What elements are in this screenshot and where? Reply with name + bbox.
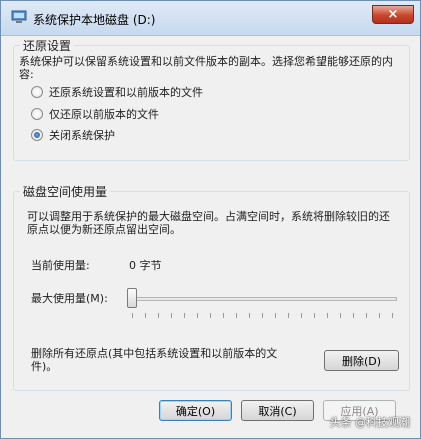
slider-tick <box>158 313 159 318</box>
radio-button[interactable] <box>31 86 43 98</box>
slider-tick <box>210 313 211 318</box>
slider-tick <box>314 313 315 318</box>
max-usage-slider-thumb[interactable] <box>127 288 137 308</box>
radio-restore-files-only[interactable]: 仅还原以前版本的文件 <box>31 106 159 122</box>
title-bar[interactable]: 系统保护本地磁盘 (D:) × <box>1 1 420 36</box>
slider-tick <box>327 313 328 318</box>
radio-button[interactable] <box>31 108 43 120</box>
restore-settings-label: 还原设置 <box>20 37 75 54</box>
close-icon: × <box>387 7 399 22</box>
slider-tick <box>145 313 146 318</box>
window-title: 系统保护本地磁盘 (D:) <box>33 13 156 27</box>
slider-tick <box>249 313 250 318</box>
slider-tick <box>301 313 302 318</box>
slider-tick <box>223 313 224 318</box>
radio-label: 关闭系统保护 <box>49 129 115 142</box>
slider-tick <box>379 313 380 318</box>
slider-tick <box>392 313 393 318</box>
max-usage-slider-track[interactable] <box>127 297 397 301</box>
current-usage-value: 0 字节 <box>129 259 162 272</box>
cancel-button[interactable]: 取消(C) <box>241 400 314 421</box>
close-button[interactable]: × <box>372 5 414 24</box>
delete-description: 删除所有还原点(其中包括系统设置和以前版本的文件)。 <box>31 347 278 373</box>
slider-tick <box>275 313 276 318</box>
slider-tick <box>262 313 263 318</box>
slider-tick <box>353 313 354 318</box>
slider-tick <box>184 313 185 318</box>
watermark: 头条 @科技观潮 <box>329 416 411 429</box>
radio-label: 仅还原以前版本的文件 <box>49 108 159 121</box>
slider-tick <box>132 313 133 318</box>
disk-usage-description: 可以调整用于系统保护的最大磁盘空间。占满空间时，系统将删除较旧的还原点以便为新还… <box>27 210 390 236</box>
radio-restore-settings-and-files[interactable]: 还原系统设置和以前版本的文件 <box>31 84 203 100</box>
slider-tick <box>236 313 237 318</box>
computer-icon <box>11 10 27 23</box>
restore-settings-description: 系统保护可以保留系统设置和以前文件版本的副本。选择您希望能够还原的内容: <box>19 55 393 81</box>
system-protection-dialog: 系统保护本地磁盘 (D:) × 还原设置 系统保护可以保留系统设置和以前文件版本… <box>0 0 421 439</box>
slider-tick <box>288 313 289 318</box>
radio-button-selected[interactable] <box>31 129 43 141</box>
radio-label: 还原系统设置和以前版本的文件 <box>49 86 203 99</box>
delete-restore-points-button[interactable]: 删除(D) <box>324 350 399 371</box>
slider-tick <box>340 313 341 318</box>
slider-ticks <box>132 313 397 319</box>
slider-tick <box>171 313 172 318</box>
slider-tick <box>366 313 367 318</box>
ok-button[interactable]: 确定(O) <box>159 400 232 421</box>
radio-turn-off-protection[interactable]: 关闭系统保护 <box>31 127 115 143</box>
current-usage-label: 当前使用量: <box>31 259 90 272</box>
max-usage-label: 最大使用量(M): <box>31 292 108 305</box>
disk-usage-label: 磁盘空间使用量 <box>20 183 111 200</box>
slider-tick <box>197 313 198 318</box>
